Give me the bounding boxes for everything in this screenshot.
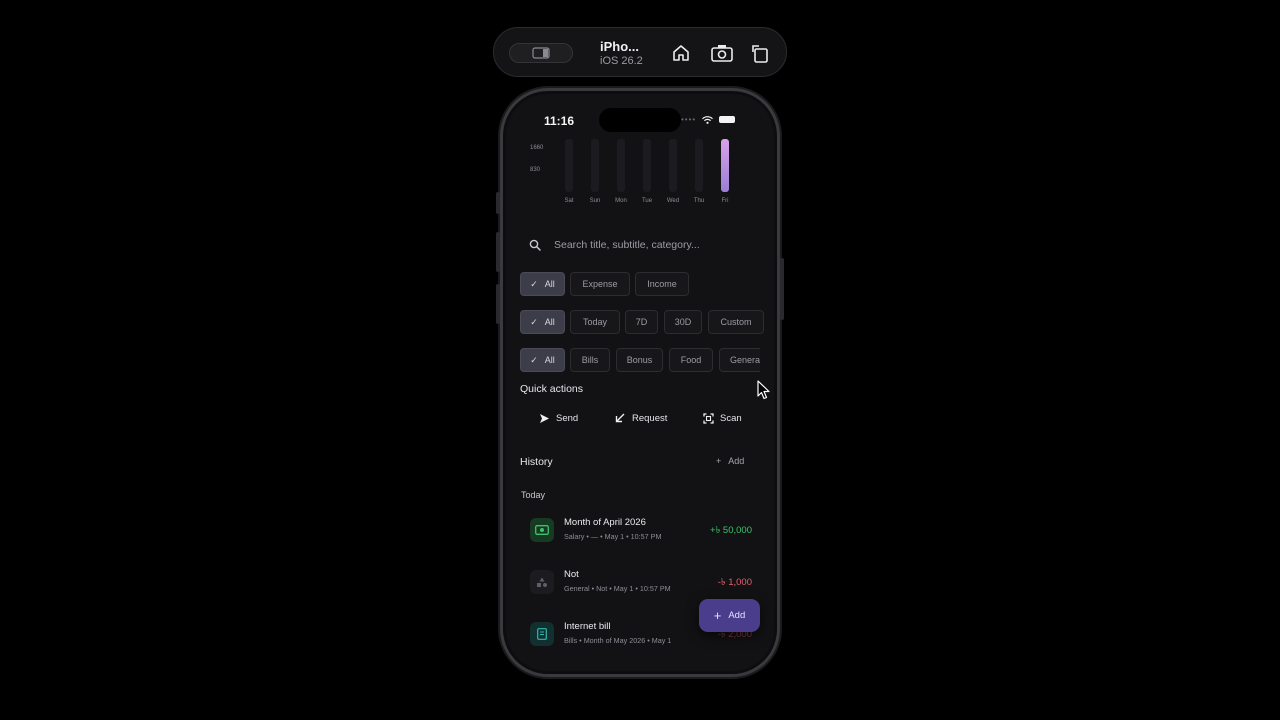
filter-range-all[interactable]: ✓ All [520,310,565,334]
filter-range-custom[interactable]: Custom [708,310,764,334]
history-title: History [520,456,553,468]
chart-bar[interactable] [721,139,729,192]
filter-category-food[interactable]: Food [669,348,713,372]
filter-category-all[interactable]: ✓ All [520,348,565,372]
status-time: 11:16 [544,114,575,128]
filter-category-general[interactable]: Genera [719,348,760,372]
search-icon [528,238,542,252]
dynamic-island [599,108,681,132]
transaction-item[interactable]: Month of April 2026 Salary • — • May 1 •… [520,510,760,550]
checkmark-icon: ✓ [530,278,538,289]
send-icon [538,412,550,424]
filter-range-7d[interactable]: 7D [625,310,658,334]
screenshot-button[interactable] [710,41,734,65]
volume-down-button [496,284,500,324]
filter-type-expense[interactable]: Expense [570,272,630,296]
os-version: iOS 26.2 [600,55,643,67]
receipt-icon [530,622,554,646]
signal-icon: •••• [681,115,697,124]
simulator-toolbar: iPho... iOS 26.2 [493,27,787,77]
filter-type-all[interactable]: ✓ All [520,272,565,296]
action-button [496,192,500,214]
transaction-title: Month of April 2026 [564,517,646,528]
arrow-down-left-icon [614,412,626,424]
chart-bar-track [695,139,703,192]
chart-bar-track [643,139,651,192]
home-icon [673,45,689,61]
device-name: iPho... [600,39,639,54]
plus-icon: + [716,456,722,466]
chart-x-label: Mon [615,198,627,204]
request-button[interactable]: Request [614,412,667,424]
home-button[interactable] [669,41,693,65]
history-group-label: Today [521,490,546,500]
search-input[interactable]: Search title, subtitle, category... [554,239,700,251]
transaction-subtitle: Bills • Month of May 2026 • May 1 [564,636,672,645]
rotate-button[interactable] [748,41,772,65]
checkmark-icon: ✓ [530,354,538,365]
chart-x-label: Fri [721,198,729,204]
sidebar-toggle-icon [532,47,550,59]
shapes-icon [530,570,554,594]
chart-x-label: Thu [693,198,705,204]
filter-range-30d[interactable]: 30D [664,310,702,334]
screenshot-icon [711,45,733,62]
filter-category-bonus[interactable]: Bonus [616,348,663,372]
wifi-icon [702,115,714,124]
chart-bar-track [669,139,677,192]
floating-add-button[interactable]: + Add [699,599,760,632]
chart-bar-track [591,139,599,192]
scan-icon [702,412,714,424]
plus-icon: + [713,608,722,623]
status-indicators: •••• [681,115,736,124]
scan-button[interactable]: Scan [702,412,742,424]
rotate-icon [752,45,768,63]
phone-screen: 11:16 •••• 1660 830 Sat Sun Mon Tue Wed Thu Fr… [506,94,774,671]
transaction-subtitle: General • Not • May 1 • 10:57 PM [564,584,671,593]
chart-x-label: Sun [589,198,601,204]
transaction-title: Internet bill [564,621,611,632]
chart-bar-track [565,139,573,192]
history-add-button[interactable]: + Add [716,456,744,466]
filter-range-today[interactable]: Today [570,310,620,334]
quick-actions-title: Quick actions [520,383,584,395]
battery-icon [719,116,736,123]
transaction-title: Not [564,569,579,580]
filter-type-income[interactable]: Income [635,272,689,296]
transaction-subtitle: Salary • — • May 1 • 10:57 PM [564,532,662,541]
send-button[interactable]: Send [538,412,578,424]
transaction-item[interactable]: Not General • Not • May 1 • 10:57 PM -৳ … [520,562,760,602]
checkmark-icon: ✓ [530,316,538,327]
search-bar[interactable]: Search title, subtitle, category... [520,232,760,258]
y-tick-label: 830 [530,167,541,173]
mouse-cursor-icon [757,380,770,400]
cash-icon [530,518,554,542]
volume-up-button [496,232,500,272]
transaction-amount: -৳ 1,000 [717,577,752,588]
y-tick-label: 1660 [530,145,544,151]
sidebar-toggle-button[interactable] [509,43,573,63]
chart-x-label: Wed [666,198,680,204]
chart-x-label: Tue [641,198,653,204]
power-button [780,258,784,320]
transaction-amount: +৳ 50,000 [710,525,752,536]
filter-category-bills[interactable]: Bills [570,348,610,372]
chart-bar-track [617,139,625,192]
chart-x-label: Sat [564,198,574,204]
